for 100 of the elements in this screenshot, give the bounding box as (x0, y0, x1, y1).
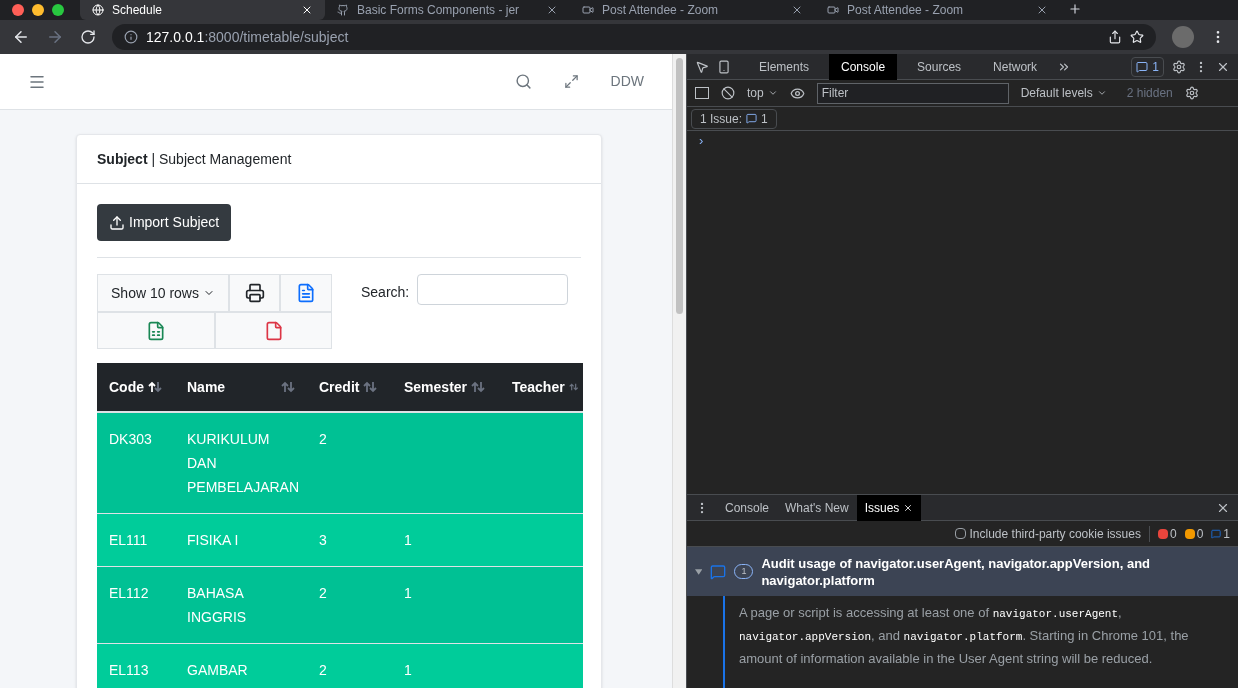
clear-console-icon[interactable] (721, 86, 735, 100)
caret-icon (1096, 88, 1107, 98)
console-prompt[interactable]: › (687, 131, 1238, 151)
import-button[interactable]: Import Subject (97, 204, 232, 241)
issues-badge[interactable]: 1 Issue: 1 (691, 108, 777, 129)
warning-count: 0 (1184, 524, 1204, 543)
semester-cell-text: 1 (403, 661, 413, 680)
reload-icon[interactable] (80, 29, 96, 45)
name-cell-line: BAHASA (187, 584, 245, 603)
error-count: 0 (1157, 524, 1177, 543)
tab-favicon-icon (92, 4, 104, 16)
spreadsheet-file-icon (146, 320, 166, 341)
forward-icon[interactable] (46, 28, 64, 46)
tab-title: Basic Forms Components - jer (357, 2, 521, 19)
name-cell-line: GAMBAR (187, 661, 249, 680)
sort-icon (148, 381, 162, 393)
context-dropdown[interactable]: top (747, 84, 778, 102)
search-icon[interactable] (514, 73, 532, 90)
inspect-icon[interactable] (695, 59, 709, 74)
sort-icon (281, 381, 295, 393)
issue-title: Audit usage of navigator.userAgent, navigator.appVersion, and navigator.platform (761, 554, 1152, 589)
search-field[interactable] (417, 274, 569, 305)
bookmark-star-icon[interactable] (1130, 30, 1144, 44)
drawer-tab[interactable]: Issues (856, 494, 922, 521)
eye-icon[interactable] (789, 85, 805, 101)
credit-cell-text: 2 (318, 584, 328, 603)
settings-icon[interactable] (1172, 59, 1186, 74)
code-cell-text: DK303 (108, 430, 153, 449)
tab-title: Schedule (112, 2, 164, 19)
levels-dropdown[interactable]: Default levels (1020, 84, 1107, 102)
user-initials[interactable]: DDW (610, 71, 644, 92)
tab-title: Post Attendee - Zoom (847, 2, 965, 19)
column-header[interactable]: Credit (307, 376, 392, 398)
credit-cell-text: 2 (318, 430, 328, 449)
code-cell-text: EL112 (108, 584, 150, 603)
browser-tab[interactable]: Basic Forms Components - jer (325, 0, 570, 20)
browser-tab[interactable]: Post Attendee - Zoom (815, 0, 1060, 20)
print-button[interactable] (229, 274, 280, 312)
issue-description: A page or script is accessing at least one of navigator.userAgent, navigator.appVersion, and navigator.platform. Starting in Chrome 101, the amount of information available in the User Agent string will be reduced. (739, 604, 1190, 668)
cookie-checkbox[interactable]: Include third-party cookie issues (954, 524, 1141, 543)
messages-badge[interactable]: 1 (1131, 56, 1164, 77)
address-bar[interactable]: 127.0.0.1:8000/timetable/subject (112, 24, 1156, 50)
close-tab-icon[interactable] (546, 4, 558, 16)
column-header[interactable]: Name (175, 376, 307, 398)
drawer-tab[interactable]: What's New (777, 494, 857, 521)
zoom-window-icon[interactable] (52, 4, 64, 16)
close-tab-icon[interactable] (903, 502, 914, 513)
issue-icon (710, 563, 727, 580)
info-icon (124, 30, 138, 44)
search-label: Search: (361, 283, 410, 302)
tab-title: Post Attendee - Zoom (602, 2, 720, 19)
settings-icon[interactable] (1184, 86, 1199, 100)
rows-dropdown-button[interactable]: Show 10 rows (97, 274, 229, 312)
name-cell-line: DAN (187, 454, 218, 473)
column-header[interactable]: Semester (392, 376, 500, 398)
code-cell-text: EL111 (108, 531, 149, 550)
semester-cell-text: 1 (403, 531, 413, 550)
tab-favicon-icon (827, 4, 839, 16)
issue-header[interactable]: 1 Audit usage of navigator.userAgent, navigator.appVersion, and navigator.platform (687, 547, 1238, 596)
close-window-icon[interactable] (12, 4, 24, 16)
name-cell-line: FISIKA I (187, 531, 240, 550)
new-tab-icon[interactable] (1068, 2, 1082, 16)
drawer-tab[interactable]: Console (717, 494, 778, 521)
hidden-count: 2 hidden (1126, 85, 1173, 102)
name-cell-line: INGGRIS (187, 608, 248, 627)
column-header[interactable]: Teacher (500, 376, 583, 398)
devtools-tab[interactable]: Elements (747, 53, 822, 80)
credit-cell-text: 3 (318, 531, 328, 550)
url-text: 127.0.0.1:8000/timetable/subject (146, 27, 350, 47)
share-icon[interactable] (1108, 30, 1122, 44)
scrollbar-thumb[interactable] (676, 58, 683, 314)
semester-cell-text: 1 (403, 584, 413, 603)
tab-favicon-icon (337, 4, 349, 16)
fullscreen-icon[interactable] (563, 74, 579, 89)
expand-triangle-icon[interactable] (695, 568, 703, 575)
caret-icon (767, 88, 778, 98)
filter-field[interactable]: Filter (816, 82, 1009, 104)
browser-tab[interactable]: Post Attendee - Zoom (570, 0, 815, 20)
printer-icon (244, 283, 265, 303)
sidebar-toggle-icon[interactable] (695, 87, 709, 99)
column-header[interactable]: Code (97, 376, 175, 398)
close-tab-icon[interactable] (1036, 4, 1048, 16)
devtools-tab[interactable]: Network (981, 53, 1050, 80)
devtools-tab[interactable]: Sources (905, 53, 974, 80)
upload-icon (109, 214, 125, 231)
back-icon[interactable] (12, 28, 30, 46)
csv-button[interactable] (280, 274, 332, 312)
name-cell-line: KURIKULUM (187, 430, 271, 449)
code-cell-text: EL113 (108, 661, 150, 680)
info-count: 1 (1211, 524, 1230, 543)
close-tab-icon[interactable] (791, 4, 803, 16)
sort-icon (363, 381, 378, 393)
device-toolbar-icon[interactable] (717, 59, 731, 74)
csv-file-icon (296, 283, 316, 303)
browser-tab[interactable]: Schedule (80, 0, 325, 20)
devtools-tab[interactable]: Console (829, 53, 898, 80)
card-title: Subject | Subject Management (97, 149, 292, 169)
close-tab-icon[interactable] (301, 4, 313, 16)
credit-cell-text: 2 (318, 661, 328, 680)
minimize-window-icon[interactable] (32, 4, 44, 16)
